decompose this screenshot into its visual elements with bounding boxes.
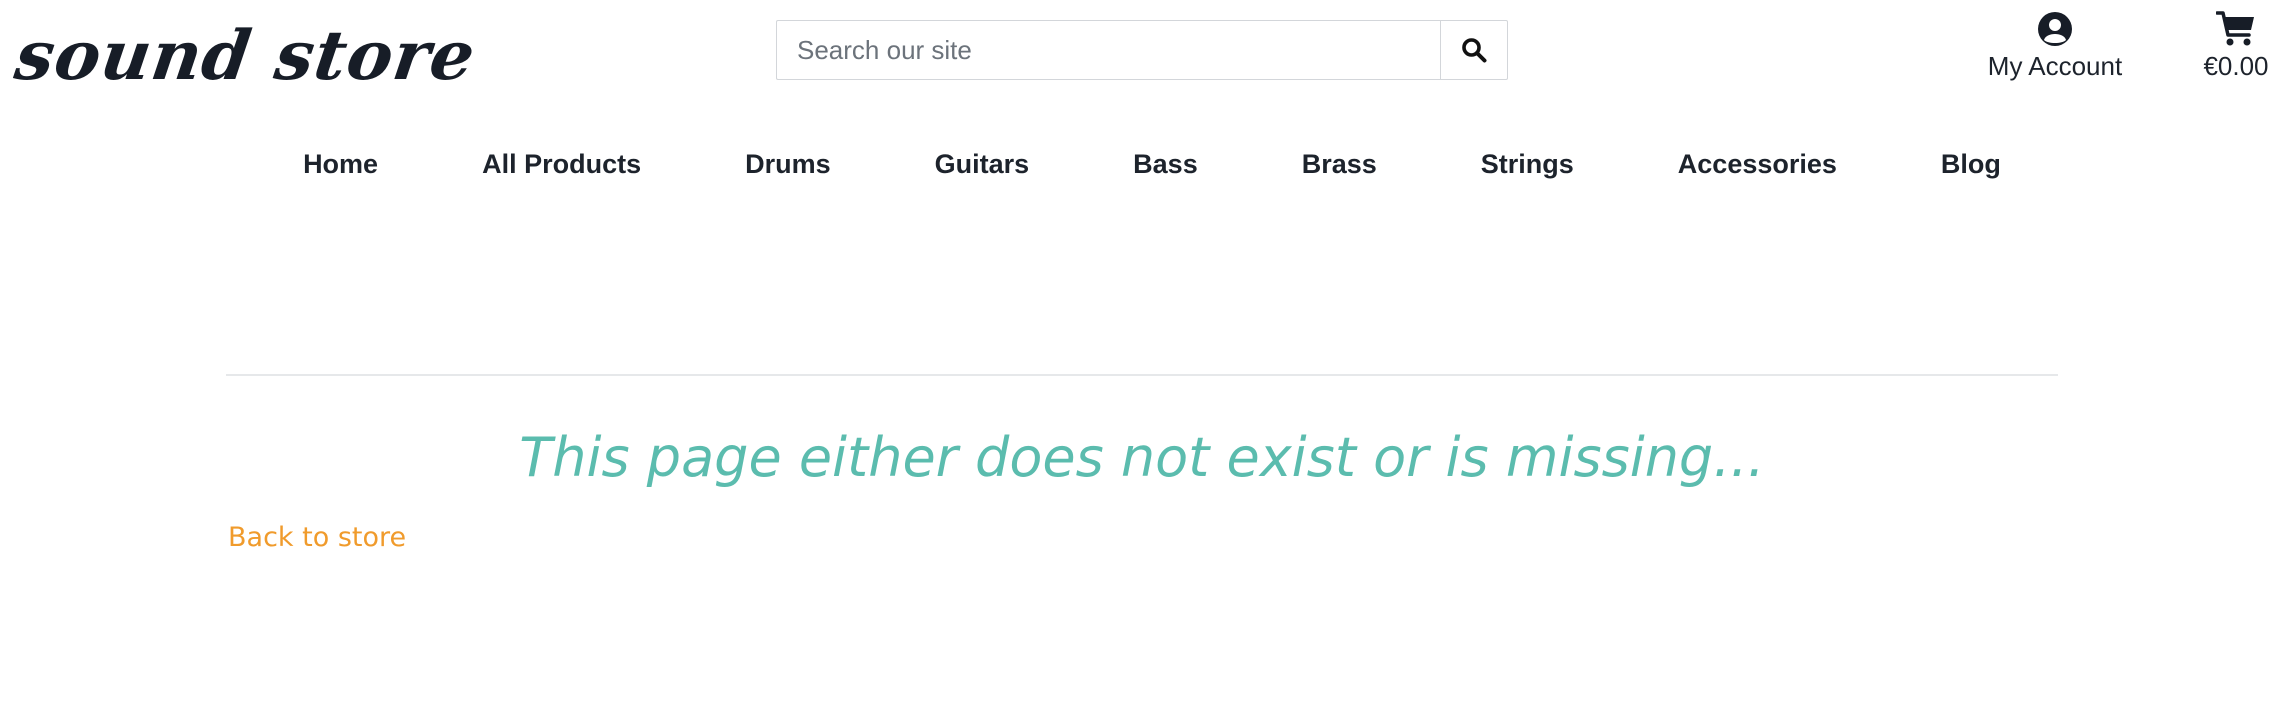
nav-item-guitars[interactable]: Guitars [935,144,1030,184]
nav-item-blog[interactable]: Blog [1941,144,2001,184]
cart-total: €0.00 [2203,51,2269,81]
shopping-cart-icon [2216,11,2254,46]
nav-item-accessories[interactable]: Accessories [1678,144,1837,184]
nav-item-home[interactable]: Home [303,144,378,184]
site-header: sound store My Account [0,0,2284,179]
error-message: This page either does not exist or is mi… [519,426,1765,489]
user-circle-icon [2038,12,2072,46]
store-logo[interactable]: sound store [10,16,480,96]
back-to-store-link[interactable]: Back to store [228,518,406,558]
search-button[interactable] [1440,20,1508,80]
search-icon [1462,38,1487,63]
nav-item-drums[interactable]: Drums [745,144,831,184]
cart-link[interactable]: €0.00 [2196,8,2276,82]
nav-item-brass[interactable]: Brass [1302,144,1377,184]
content-divider [226,374,2058,376]
nav-item-bass[interactable]: Bass [1133,144,1198,184]
nav-item-all-products[interactable]: All Products [482,144,641,184]
search-input[interactable] [776,20,1440,80]
my-account-label: My Account [1987,51,2123,81]
nav-item-strings[interactable]: Strings [1481,144,1574,184]
my-account-link[interactable]: My Account [1980,8,2130,82]
search-bar [776,20,1508,80]
main-navigation: Home All Products Drums Guitars Bass Bra… [0,144,2284,184]
